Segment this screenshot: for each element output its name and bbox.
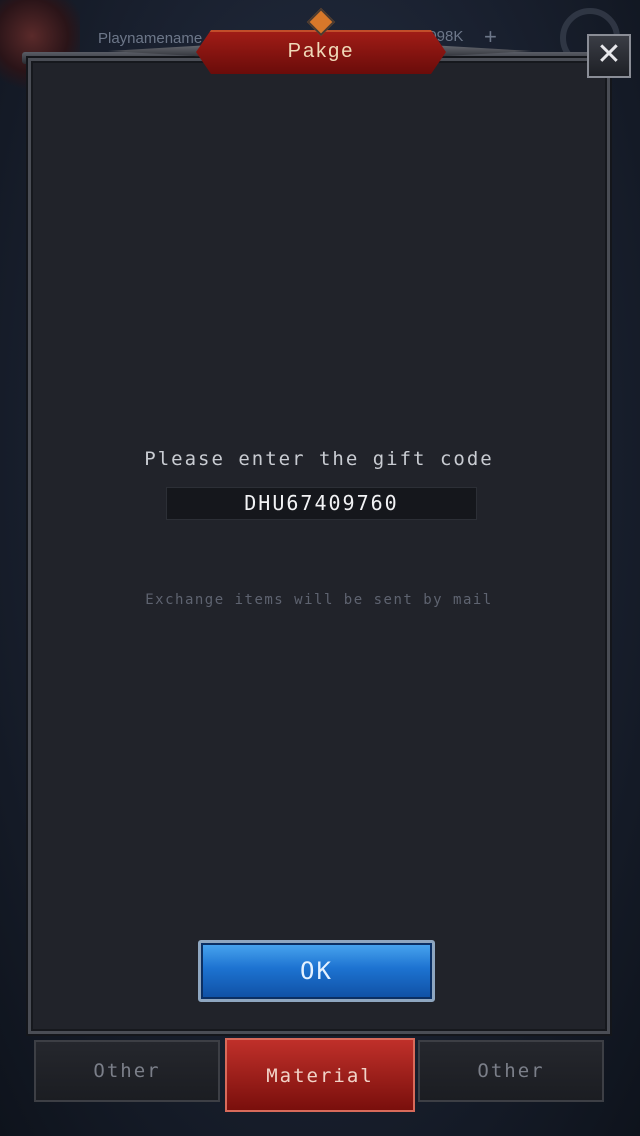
tab-other-right[interactable]: Other xyxy=(418,1040,604,1102)
tab-other-left[interactable]: Other xyxy=(34,1040,220,1102)
gift-code-prompt: Please enter the gift code xyxy=(144,448,494,470)
gift-code-panel xyxy=(28,58,610,1034)
player-name: Playnamename xyxy=(98,30,203,47)
add-currency-button[interactable]: + xyxy=(484,24,497,50)
close-button[interactable]: ✕ xyxy=(587,34,631,78)
dialog-title: Pakge xyxy=(287,40,355,62)
tab-material[interactable]: Material xyxy=(225,1038,415,1112)
mail-note: Exchange items will be sent by mail xyxy=(145,592,493,608)
gift-code-input[interactable]: DHU67409760 xyxy=(166,487,477,520)
ok-button[interactable]: OK xyxy=(198,940,435,1002)
